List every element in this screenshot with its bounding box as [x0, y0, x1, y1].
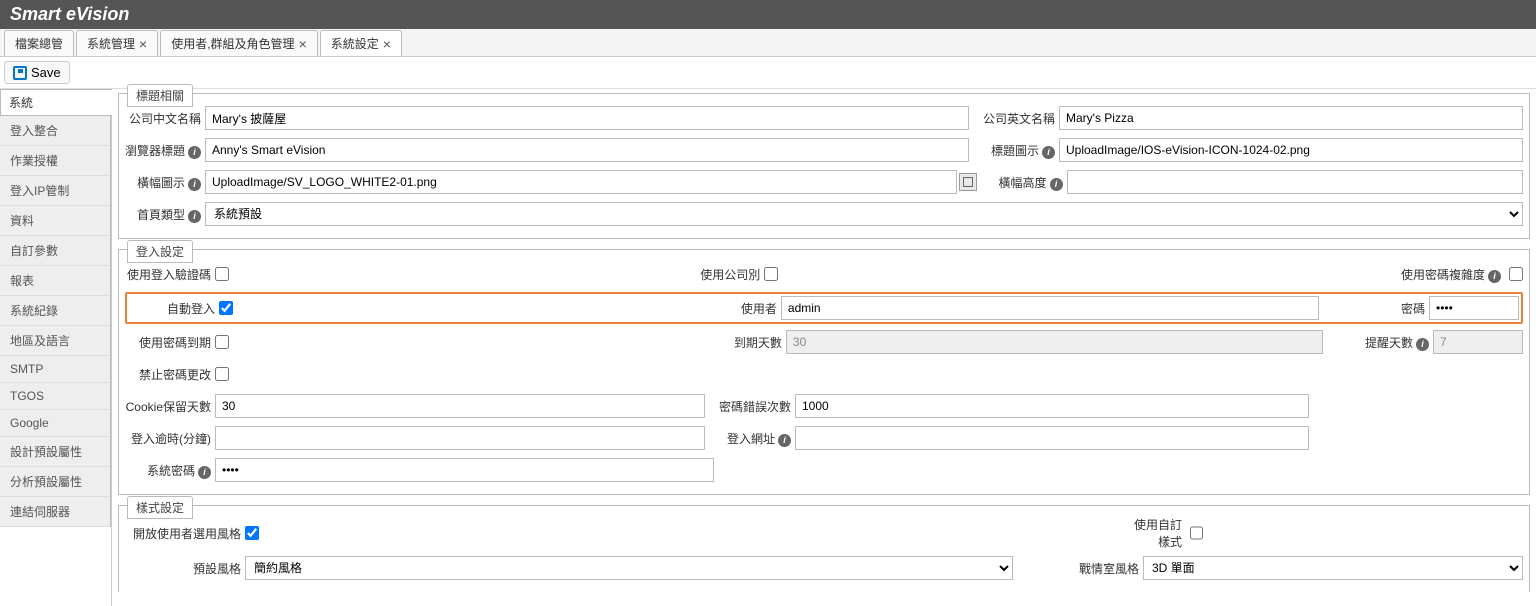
- input-expire-days: [786, 330, 1323, 354]
- checkbox-open-user-style[interactable]: [245, 526, 259, 540]
- fieldset-login: 登入設定 使用登入驗證碼 使用公司別 使用密碼複雜度i 自動登入: [118, 249, 1530, 495]
- legend-login: 登入設定: [127, 240, 193, 263]
- nav-item-smtp[interactable]: SMTP: [0, 356, 110, 383]
- label-use-company: 使用公司別: [684, 266, 764, 283]
- fieldset-title: 標題相關 公司中文名稱 公司英文名稱 瀏覽器標題i 標題圖示i 橫幅圖示i 橫幅…: [118, 93, 1530, 239]
- app-title: Smart eVision: [10, 4, 129, 24]
- nav-item-report[interactable]: 報表: [0, 266, 110, 296]
- checkbox-use-pw-complex[interactable]: [1509, 267, 1523, 281]
- input-user[interactable]: [781, 296, 1319, 320]
- info-icon[interactable]: i: [1050, 178, 1063, 191]
- label-default-style: 預設風格: [125, 560, 245, 577]
- label-use-pw-expire: 使用密碼到期: [125, 334, 215, 351]
- nav-item-google[interactable]: Google: [0, 410, 110, 437]
- label-title-icon: 標題圖示i: [979, 142, 1059, 159]
- input-system-pw[interactable]: [215, 458, 714, 482]
- nav-item-design-default[interactable]: 設計預設屬性: [0, 437, 110, 467]
- input-pw-error-count[interactable]: [795, 394, 1309, 418]
- input-browser-title[interactable]: [205, 138, 969, 162]
- save-icon: [13, 66, 27, 80]
- label-password: 密碼: [1319, 300, 1429, 317]
- nav-item-region-lang[interactable]: 地區及語言: [0, 326, 110, 356]
- info-icon[interactable]: i: [1488, 270, 1501, 283]
- input-title-icon[interactable]: [1059, 138, 1523, 162]
- label-banner-height: 橫幅高度i: [987, 174, 1067, 191]
- label-system-pw: 系統密碼i: [125, 462, 215, 479]
- label-browser-title: 瀏覽器標題i: [125, 142, 205, 159]
- label-auto-login: 自動登入: [129, 300, 219, 317]
- label-company-cn: 公司中文名稱: [125, 110, 205, 127]
- label-use-captcha: 使用登入驗證碼: [125, 266, 215, 283]
- input-banner-icon[interactable]: [205, 170, 957, 194]
- checkbox-auto-login[interactable]: [219, 301, 233, 315]
- label-open-user-style: 開放使用者選用風格: [125, 525, 245, 542]
- input-login-timeout[interactable]: [215, 426, 705, 450]
- select-war-room-style[interactable]: 3D 單面: [1143, 556, 1523, 580]
- input-company-cn[interactable]: [205, 106, 969, 130]
- nav-item-data[interactable]: 資料: [0, 206, 110, 236]
- input-login-url[interactable]: [795, 426, 1309, 450]
- input-company-en[interactable]: [1059, 106, 1523, 130]
- input-remind-days: [1433, 330, 1523, 354]
- info-icon[interactable]: i: [188, 210, 201, 223]
- checkbox-use-company[interactable]: [764, 267, 778, 281]
- tab-system-settings[interactable]: 系統設定×: [320, 30, 402, 56]
- info-icon[interactable]: i: [778, 434, 791, 447]
- checkbox-use-pw-expire[interactable]: [215, 335, 229, 349]
- label-home-type: 首頁類型i: [125, 206, 205, 223]
- info-icon[interactable]: i: [188, 146, 201, 159]
- label-company-en: 公司英文名稱: [979, 110, 1059, 127]
- label-login-url: 登入網址i: [715, 430, 795, 447]
- nav-item-system-log[interactable]: 系統紀錄: [0, 296, 110, 326]
- label-cookie-keep: Cookie保留天數: [125, 398, 215, 415]
- label-use-custom-style: 使用自訂樣式: [1124, 516, 1186, 550]
- nav-item-custom-params[interactable]: 自訂參數: [0, 236, 110, 266]
- info-icon[interactable]: i: [1416, 338, 1429, 351]
- info-icon[interactable]: i: [198, 466, 211, 479]
- label-expire-days: 到期天數: [726, 334, 786, 351]
- info-icon[interactable]: i: [1042, 146, 1055, 159]
- label-user: 使用者: [731, 300, 781, 317]
- save-button[interactable]: Save: [4, 61, 70, 84]
- legend-style: 樣式設定: [127, 496, 193, 519]
- select-default-style[interactable]: 簡約風格: [245, 556, 1013, 580]
- label-use-pw-complex: 使用密碼複雜度i: [1401, 266, 1505, 283]
- nav-list: 登入整合 作業授權 登入IP管制 資料 自訂參數 報表 系統紀錄 地區及語言 S…: [0, 115, 111, 527]
- nav-item-login-ip[interactable]: 登入IP管制: [0, 176, 110, 206]
- input-password[interactable]: [1429, 296, 1519, 320]
- info-icon[interactable]: i: [188, 178, 201, 191]
- toolbar: Save: [0, 57, 1536, 89]
- close-icon[interactable]: ×: [299, 37, 307, 51]
- label-login-timeout: 登入逾時(分鐘): [125, 430, 215, 447]
- app-titlebar: Smart eVision: [0, 0, 1536, 29]
- nav-item-tgos[interactable]: TGOS: [0, 383, 110, 410]
- legend-title: 標題相關: [127, 84, 193, 107]
- checkbox-use-custom-style[interactable]: [1190, 526, 1203, 540]
- label-war-room-style: 戰情室風格: [1013, 560, 1143, 577]
- fieldset-style: 樣式設定 開放使用者選用風格 使用自訂樣式 預設風格 簡約風格 戰情室風格 3D…: [118, 505, 1530, 592]
- close-icon[interactable]: ×: [383, 37, 391, 51]
- checkbox-use-captcha[interactable]: [215, 267, 229, 281]
- tab-system-manage[interactable]: 系統管理×: [76, 30, 158, 56]
- nav-item-task-auth[interactable]: 作業授權: [0, 146, 110, 176]
- input-banner-height[interactable]: [1067, 170, 1524, 194]
- tabs-strip: 檔案總管 系統管理× 使用者,群組及角色管理× 系統設定×: [0, 29, 1536, 57]
- highlighted-auto-login-row: 自動登入 使用者 密碼: [125, 292, 1523, 324]
- input-cookie-keep[interactable]: [215, 394, 705, 418]
- nav-item-link-server[interactable]: 連結伺服器: [0, 497, 110, 527]
- close-icon[interactable]: ×: [139, 37, 147, 51]
- nav-item-login-integration[interactable]: 登入整合: [0, 116, 110, 146]
- label-pw-error-count: 密碼錯誤次數: [715, 398, 795, 415]
- tab-file-manager[interactable]: 檔案總管: [4, 30, 74, 56]
- select-home-type[interactable]: 系統預設: [205, 202, 1523, 226]
- label-remind-days: 提醒天數i: [1323, 334, 1433, 351]
- label-banner-icon: 橫幅圖示i: [125, 174, 205, 191]
- nav-item-analysis-default[interactable]: 分析預設屬性: [0, 467, 110, 497]
- image-picker-icon[interactable]: [959, 173, 977, 191]
- category-tab-system[interactable]: 系統: [0, 89, 112, 115]
- label-forbid-pw-change: 禁止密碼更改: [125, 366, 215, 383]
- tab-user-group[interactable]: 使用者,群組及角色管理×: [160, 30, 318, 56]
- checkbox-forbid-pw-change[interactable]: [215, 367, 229, 381]
